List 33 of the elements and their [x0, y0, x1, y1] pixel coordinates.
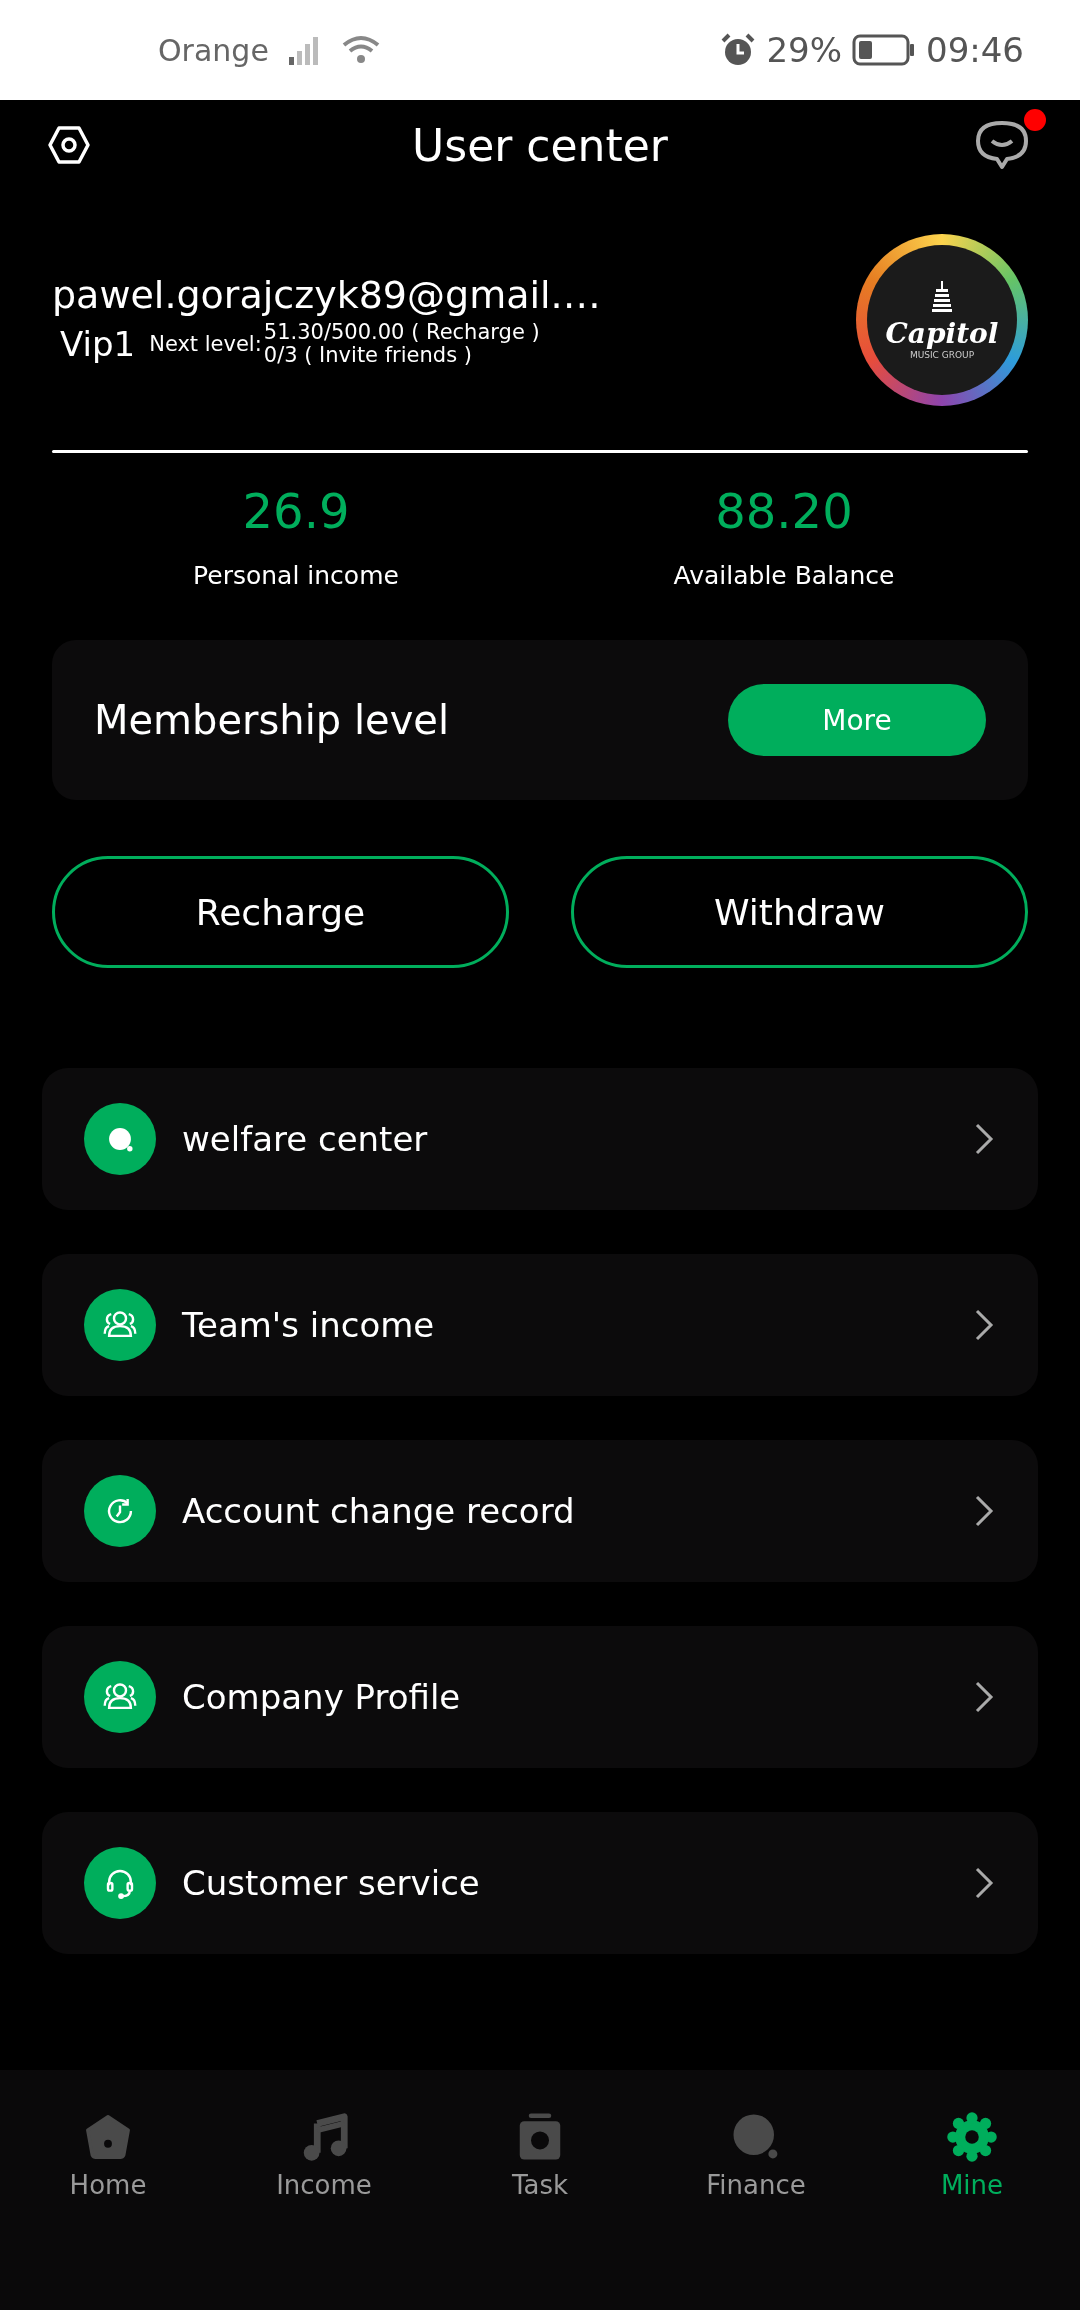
alarm-icon [720, 32, 757, 68]
stat-value: 26.9 [242, 483, 350, 539]
settings-icon[interactable] [48, 125, 90, 165]
menu-item[interactable]: Company Profile [42, 1626, 1038, 1768]
next-level-label: Next level: [149, 332, 262, 356]
stat-value: 88.20 [715, 483, 853, 539]
menu-item[interactable]: Team's income [42, 1254, 1038, 1396]
carrier-name: Orange [158, 32, 269, 68]
gear-icon [945, 2110, 999, 2164]
stat-label: Personal income [193, 561, 399, 590]
user-email: pawel.gorajczyk89@gmail.… [52, 272, 602, 317]
nav-tab[interactable]: Income [216, 2110, 432, 2310]
nav-tab[interactable]: Home [0, 2110, 216, 2310]
nav-tab[interactable]: Task [432, 2110, 648, 2310]
vip-level: Vip1 [60, 324, 136, 364]
battery-icon [852, 34, 916, 66]
action-button[interactable]: Recharge [52, 856, 509, 968]
wifi-icon [340, 34, 381, 66]
menu-item[interactable]: Account change record [42, 1440, 1038, 1582]
nav-tab[interactable]: Mine [864, 2110, 1080, 2310]
stat-label: Available Balance [673, 561, 895, 590]
clock-time: 09:46 [926, 30, 1024, 70]
page-title: User center [412, 119, 668, 171]
menu-item[interactable]: Customer service [42, 1812, 1038, 1954]
battery-percent: 29% [766, 30, 842, 70]
nav-tab[interactable]: Finance [648, 2110, 864, 2310]
progress-text: 51.30/500.00 ( Recharge ) [263, 320, 540, 344]
membership-title: Membership level [94, 697, 451, 743]
action-button[interactable]: Withdraw [571, 856, 1028, 968]
menu-item[interactable]: welfare center [42, 1068, 1038, 1210]
logo-subtitle: MUSIC GROUP [909, 349, 975, 360]
progress-text: 0/3 ( Invite friends ) [263, 344, 473, 368]
logo-name: Capitol [885, 316, 999, 350]
